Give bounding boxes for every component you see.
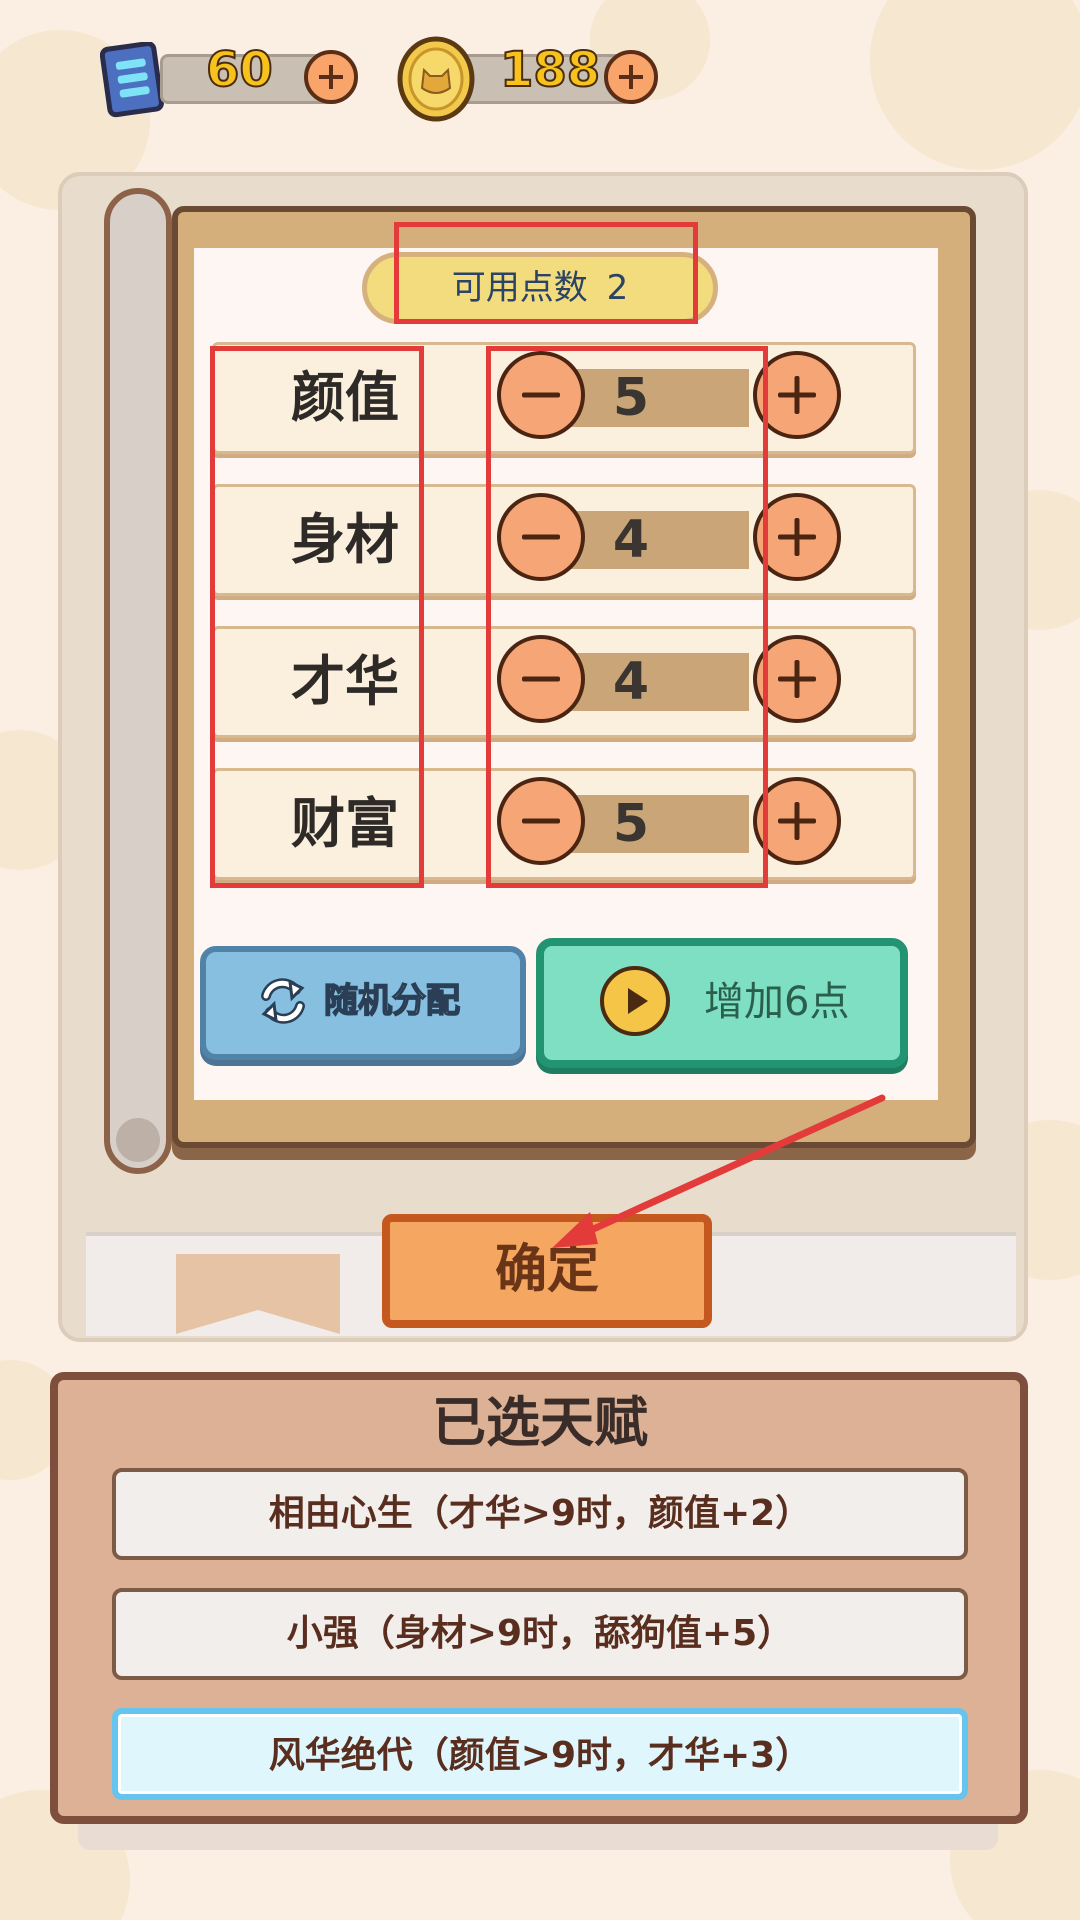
book-spine	[104, 188, 172, 1174]
decrease-button[interactable]	[497, 635, 585, 723]
shuffle-icon	[261, 978, 305, 1024]
play-video-icon	[600, 966, 670, 1036]
coin-value: 188	[499, 41, 601, 99]
selected-talents-title: 已选天赋	[432, 1391, 648, 1454]
available-points-label: 可用点数	[451, 268, 588, 308]
decrease-button[interactable]	[497, 777, 585, 865]
talent-item-selected[interactable]: 风华绝代（颜值>9时，才华+3）	[112, 1708, 968, 1800]
increase-button[interactable]	[753, 635, 841, 723]
add-energy-button[interactable]	[304, 50, 358, 104]
decrease-button[interactable]	[497, 351, 585, 439]
increase-button[interactable]	[753, 777, 841, 865]
talent-item[interactable]: 小强（身材>9时，舔狗值+5）	[112, 1588, 968, 1680]
random-allocate-label: 随机分配	[323, 980, 461, 1022]
random-allocate-button[interactable]: 随机分配	[200, 946, 526, 1060]
bookmark-ribbon	[176, 1254, 340, 1334]
confirm-button[interactable]: 确定	[382, 1214, 712, 1328]
energy-card-icon	[100, 42, 164, 118]
increase-button[interactable]	[753, 351, 841, 439]
add-points-label: 增加6点	[704, 979, 850, 1025]
available-points-badge: 可用点数 2	[362, 252, 718, 324]
stat-label: 才华	[291, 650, 399, 713]
stat-label: 颜值	[291, 366, 399, 429]
stat-row-figure: 身材 4	[212, 484, 916, 596]
increase-button[interactable]	[753, 493, 841, 581]
talent-item[interactable]: 相由心生（才华>9时，颜值+2）	[112, 1468, 968, 1560]
doge-coin-icon	[397, 36, 475, 122]
add-coins-button[interactable]	[604, 50, 658, 104]
stat-label: 财富	[291, 792, 399, 855]
stat-row-wealth: 财富 5	[212, 768, 916, 880]
decrease-button[interactable]	[497, 493, 585, 581]
stat-row-talent: 才华 4	[212, 626, 916, 738]
available-points-value: 2	[606, 268, 629, 308]
energy-value: 60	[205, 41, 274, 99]
add-points-video-button[interactable]: 增加6点	[536, 938, 908, 1068]
stat-row-appearance: 颜值 5	[212, 342, 916, 454]
stat-label: 身材	[291, 508, 399, 571]
